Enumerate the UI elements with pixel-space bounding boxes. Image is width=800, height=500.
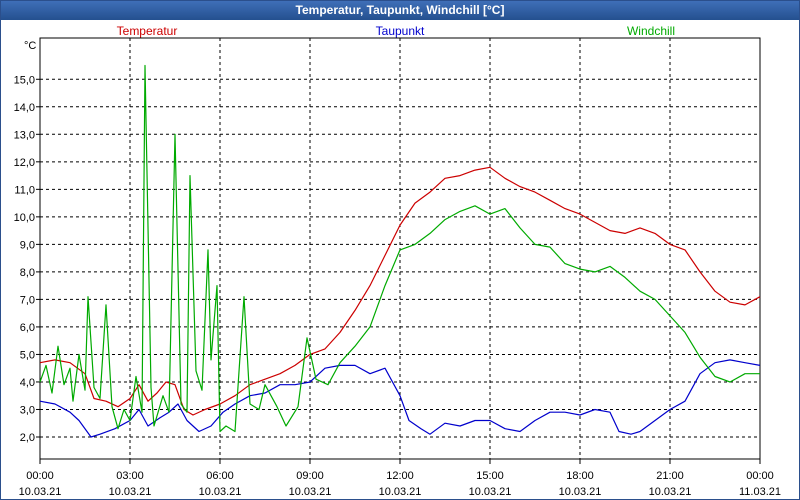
x-tick-date: 10.03.21 bbox=[199, 486, 242, 498]
y-tick-label: 11,0 bbox=[14, 184, 35, 196]
x-tick-time: 12:00 bbox=[386, 470, 414, 482]
x-tick-date: 10.03.21 bbox=[649, 486, 692, 498]
y-axis-ticks: 2,0 3,0 4,0 5,0 6,0 7,0 8,0 9,0 10,0 11,0 12,0 13,0… bbox=[14, 74, 40, 444]
legend-windchill: Windchill bbox=[627, 24, 675, 38]
x-tick-date: 11.03.21 bbox=[739, 486, 781, 498]
x-tick-date: 10.03.21 bbox=[469, 486, 512, 498]
line-chart: 2,0 3,0 4,0 5,0 6,0 7,0 8,0 9,0 10,0 11,0 12,0 13,0… bbox=[14, 24, 781, 498]
y-tick-label: 12,0 bbox=[14, 157, 35, 169]
x-tick-time: 06:00 bbox=[206, 470, 234, 482]
x-tick-date: 10.03.21 bbox=[109, 486, 152, 498]
y-tick-label: 6,0 bbox=[20, 322, 35, 334]
y-tick-label: 4,0 bbox=[20, 377, 35, 389]
x-axis-ticks: 00:00 10.03.21 03:00 10.03.21 06:00 10.03.21 0… bbox=[19, 459, 781, 498]
y-tick-label: 2,0 bbox=[20, 432, 35, 444]
x-tick-time: 00:00 bbox=[26, 470, 54, 482]
y-tick-label: 7,0 bbox=[20, 294, 35, 306]
y-tick-label: 13,0 bbox=[14, 129, 35, 141]
y-tick-label: 5,0 bbox=[20, 349, 35, 361]
x-tick-time: 15:00 bbox=[476, 470, 504, 482]
x-tick-date: 10.03.21 bbox=[19, 486, 62, 498]
x-tick-time: 18:00 bbox=[566, 470, 594, 482]
y-tick-label: 14,0 bbox=[14, 102, 35, 114]
x-tick-date: 10.03.21 bbox=[379, 486, 422, 498]
y-tick-label: 15,0 bbox=[14, 74, 35, 86]
x-tick-date: 10.03.21 bbox=[289, 486, 332, 498]
x-tick-time: 00:00 bbox=[746, 470, 774, 482]
legend-temperatur: Temperatur bbox=[117, 24, 178, 38]
y-tick-label: 3,0 bbox=[20, 404, 35, 416]
x-tick-time: 09:00 bbox=[296, 470, 324, 482]
x-tick-time: 21:00 bbox=[656, 470, 684, 482]
y-axis-label: °C bbox=[24, 40, 36, 52]
y-tick-label: 9,0 bbox=[20, 239, 35, 251]
legend-taupunkt: Taupunkt bbox=[376, 24, 425, 38]
y-tick-label: 10,0 bbox=[14, 212, 35, 224]
y-tick-label: 8,0 bbox=[20, 267, 35, 279]
x-tick-time: 03:00 bbox=[116, 470, 144, 482]
x-tick-date: 10.03.21 bbox=[559, 486, 602, 498]
